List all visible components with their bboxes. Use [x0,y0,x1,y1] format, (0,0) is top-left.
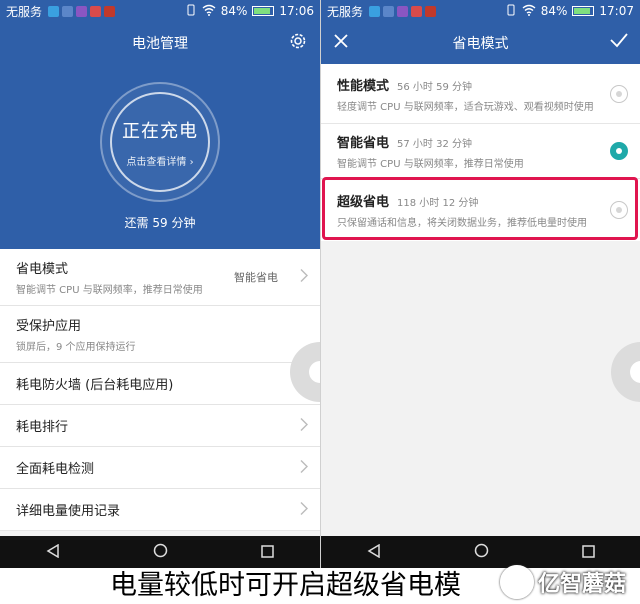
notification-icon [411,5,423,17]
list-item-usage-history[interactable]: 详细电量使用记录 [0,489,320,531]
notification-icon [397,5,409,17]
recents-icon[interactable] [260,543,274,562]
list-item-power-firewall[interactable]: 耗电防火墙 (后台耗电应用) [0,363,320,405]
watermark-text: 亿智蘑菇 [538,572,627,597]
list-item-power-ranking[interactable]: 耗电排行 [0,405,320,447]
mode-description: 智能调节 CPU 与联网频率，推荐日常使用 [337,159,524,170]
battery-management-screen: 无服务 84% 17:06 电池管理 正在充电 点击查看详情 › 还需 59 分… [0,0,320,568]
notification-icon [425,5,437,17]
floating-ball-icon[interactable] [611,342,640,402]
notification-icon [48,5,60,17]
item-title: 详细电量使用记录 [16,504,121,519]
mode-radio[interactable] [610,142,628,160]
back-icon[interactable] [367,543,381,562]
list-item-protected-apps[interactable]: 受保护应用 锁屏后，9 个应用保持运行 [0,306,320,363]
carrier-label: 无服务 [6,4,43,19]
watermark-logo-icon [500,565,534,599]
notification-icons [48,5,116,17]
chevron-right-icon [300,268,308,287]
notification-icon [383,5,395,17]
home-icon[interactable] [474,543,489,562]
gear-icon[interactable] [288,31,308,55]
mode-description: 轻度调节 CPU 与联网频率，适合玩游戏、观看视频时使用 [337,101,594,113]
item-value: 智能省电 [234,271,278,284]
list-item-power-saving-mode[interactable]: 省电模式 智能调节 CPU 与联网频率，推荐日常使用 智能省电 [0,249,320,306]
clock: 17:06 [279,4,314,18]
battery-percent: 84% [540,4,568,18]
view-details-link[interactable]: 点击查看详情 › [126,153,193,168]
mode-performance[interactable]: 性能模式 56 小时 59 分钟 轻度调节 CPU 与联网频率，适合玩游戏、观看视… [321,64,640,124]
notification-icon [76,5,88,17]
chevron-right-icon [300,416,308,435]
vibrate-icon [185,4,197,19]
chevron-right-icon [300,500,308,519]
page-title: 电池管理 [132,36,188,52]
list-item-full-power-check[interactable]: 全面耗电检测 [0,447,320,489]
notification-icons [369,5,437,17]
vibrate-icon [505,4,517,19]
battery-icon [572,6,595,16]
battery-percent: 84% [220,4,248,18]
highlight-box [322,177,638,240]
mode-name: 性能模式 [337,78,390,94]
clock: 17:07 [599,4,634,18]
wifi-icon [202,4,216,19]
notification-icon [90,5,102,17]
chevron-right-icon: › [189,156,194,168]
recents-icon[interactable] [581,543,595,562]
close-icon[interactable] [333,33,349,53]
back-icon[interactable] [46,543,60,562]
wifi-icon [522,4,536,19]
page-title: 省电模式 [452,36,509,52]
notification-icon [104,5,116,17]
watermark: 亿智蘑菇 [500,560,640,604]
chevron-right-icon [300,458,308,477]
battery-icon [252,6,275,16]
item-title: 耗电防火墙 (后台耗电应用) [16,378,174,393]
time-remaining: 还需 59 分钟 [124,216,196,230]
check-icon[interactable] [610,32,628,52]
mode-time: 57 小时 32 分钟 [397,139,473,150]
mode-time: 56 小时 59 分钟 [397,81,473,93]
home-icon[interactable] [153,543,168,562]
status-bar: 无服务 84% 17:07 [321,0,640,22]
item-title: 耗电排行 [16,420,69,435]
item-title: 受保护应用 [16,319,82,334]
charging-status: 正在充电 [122,120,198,142]
mode-smart-saving[interactable]: 智能省电 57 小时 32 分钟 智能调节 CPU 与联网频率，推荐日常使用 [321,124,640,179]
app-bar: 省电模式 [321,22,640,64]
navigation-bar [0,536,320,568]
power-saving-mode-screen: 无服务 84% 17:07 省电模式 性能模式 56 小时 59 分钟 轻度调节… [320,0,640,568]
item-title: 全面耗电检测 [16,462,95,477]
settings-list: 省电模式 智能调节 CPU 与联网频率，推荐日常使用 智能省电 受保护应用 锁屏… [0,249,320,531]
notification-icon [369,5,381,17]
carrier-label: 无服务 [327,4,364,19]
charging-hero: 正在充电 点击查看详情 › 还需 59 分钟 [0,64,320,249]
notification-icon [62,5,74,17]
app-bar: 电池管理 [0,22,320,64]
charging-ring[interactable]: 正在充电 点击查看详情 › [100,82,220,202]
item-subtitle: 锁屏后，9 个应用保持运行 [16,342,136,353]
status-bar: 无服务 84% 17:06 [0,0,320,22]
mode-name: 智能省电 [337,136,390,151]
mode-radio[interactable] [610,84,628,103]
